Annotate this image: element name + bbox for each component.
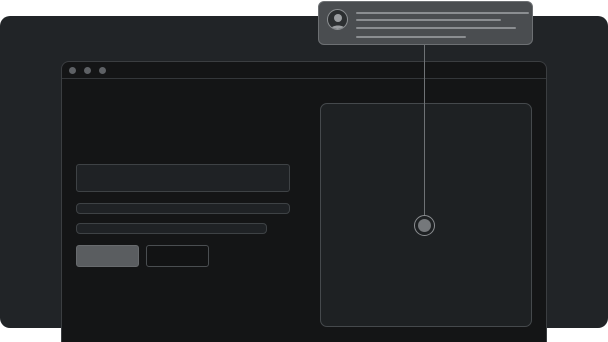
heading-placeholder xyxy=(76,164,290,192)
window-minimize-dot[interactable] xyxy=(84,67,91,74)
illustration-stage xyxy=(0,0,608,342)
comment-text-line xyxy=(356,12,529,14)
window-maximize-dot[interactable] xyxy=(99,67,106,74)
comment-text-line xyxy=(356,27,516,29)
user-avatar-icon xyxy=(327,9,348,30)
text-line-placeholder xyxy=(76,203,290,214)
comment-card[interactable] xyxy=(318,1,533,45)
primary-button[interactable] xyxy=(76,245,139,267)
comment-text-line xyxy=(356,36,466,38)
anchor-dot-center xyxy=(418,219,431,232)
comment-anchor-marker[interactable] xyxy=(414,215,435,236)
browser-window xyxy=(61,61,547,342)
window-titlebar xyxy=(62,62,546,79)
secondary-button[interactable] xyxy=(146,245,209,267)
user-avatar-svg xyxy=(330,14,346,29)
window-close-dot[interactable] xyxy=(69,67,76,74)
comment-connector-line xyxy=(424,44,425,216)
text-line-placeholder xyxy=(76,223,267,234)
comment-text-line xyxy=(356,19,501,21)
